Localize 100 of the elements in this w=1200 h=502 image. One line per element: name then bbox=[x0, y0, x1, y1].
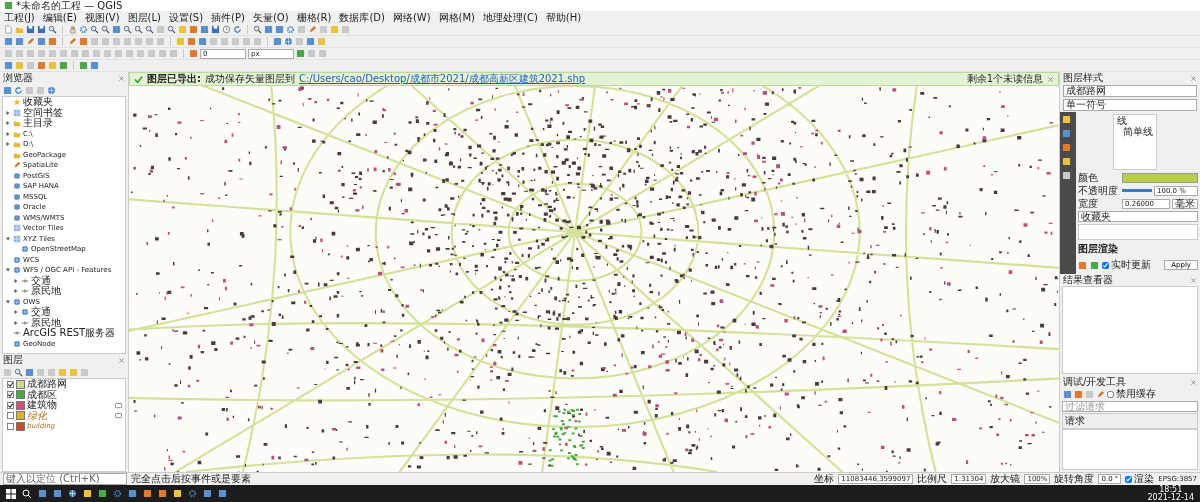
close-icon[interactable] bbox=[1190, 74, 1197, 82]
expanded-arrow-icon[interactable] bbox=[5, 235, 11, 242]
menu-item[interactable]: 矢量(O) bbox=[252, 11, 289, 24]
refresh-icon[interactable] bbox=[14, 85, 23, 95]
collapsed-arrow-icon[interactable] bbox=[5, 130, 11, 137]
menu-item[interactable]: 栅格(R) bbox=[296, 11, 332, 24]
menu-item[interactable]: 网络(W) bbox=[392, 11, 431, 24]
menu-item[interactable]: 设置(S) bbox=[168, 11, 204, 24]
magnifier-icon[interactable] bbox=[145, 25, 154, 34]
menu-item[interactable]: 视图(V) bbox=[84, 11, 120, 24]
checkbox[interactable] bbox=[7, 422, 14, 430]
magnifier-icon[interactable] bbox=[90, 25, 99, 34]
indicator-icon[interactable] bbox=[115, 401, 122, 409]
locator-field[interactable]: 键入以定位 (Ctrl+K) bbox=[3, 473, 127, 485]
menu-item[interactable]: 图层(L) bbox=[127, 11, 161, 24]
database-icon[interactable] bbox=[13, 171, 21, 180]
hand-icon[interactable] bbox=[68, 25, 77, 34]
checkbox-label[interactable]: 禁用缓存 bbox=[1116, 387, 1156, 401]
checkbox[interactable] bbox=[7, 391, 14, 399]
database-icon[interactable] bbox=[13, 203, 21, 212]
save-icon[interactable] bbox=[211, 25, 220, 34]
search-icon[interactable] bbox=[22, 488, 32, 499]
close-icon[interactable] bbox=[1190, 378, 1197, 386]
pencil-icon[interactable] bbox=[308, 25, 317, 34]
collapsed-arrow-icon[interactable] bbox=[5, 109, 11, 116]
render-checkbox[interactable] bbox=[1125, 475, 1133, 483]
tree-item[interactable]: 原民地 bbox=[31, 286, 61, 297]
close-icon[interactable] bbox=[118, 356, 125, 364]
collapsed-arrow-icon[interactable] bbox=[13, 309, 19, 316]
rendering-section[interactable]: 图层渲染 bbox=[1078, 242, 1198, 256]
magnifier-icon[interactable] bbox=[14, 367, 23, 377]
clock-icon[interactable] bbox=[222, 25, 231, 34]
magnifier-icon[interactable] bbox=[167, 25, 176, 34]
collapsed-arrow-icon[interactable] bbox=[13, 277, 19, 284]
close-icon[interactable] bbox=[1190, 276, 1197, 284]
database-icon[interactable] bbox=[13, 213, 21, 222]
collapsed-arrow-icon[interactable] bbox=[13, 288, 19, 295]
checkbox[interactable] bbox=[7, 401, 14, 409]
expanded-arrow-icon[interactable] bbox=[5, 267, 11, 274]
checkbox-label[interactable]: 渲染 bbox=[1134, 472, 1155, 486]
globe-icon[interactable] bbox=[68, 489, 77, 498]
layer-name[interactable]: 成都路网 bbox=[27, 379, 67, 390]
collapsed-arrow-icon[interactable] bbox=[13, 319, 19, 326]
link-icon[interactable] bbox=[21, 287, 29, 296]
pencil-icon[interactable] bbox=[68, 37, 77, 46]
save-icon[interactable] bbox=[37, 25, 46, 34]
file-link[interactable]: C:/Users/cao/Desktop/成都市2021/成都高新区建筑2021.shp bbox=[299, 72, 586, 86]
star-icon[interactable] bbox=[13, 98, 21, 107]
disable-cache-checkbox[interactable] bbox=[1107, 390, 1114, 398]
menu-item[interactable]: 帮助(H) bbox=[545, 11, 582, 24]
tree-item[interactable]: 交通 bbox=[31, 275, 51, 286]
renderer-dropdown[interactable]: 单一符号 bbox=[1063, 99, 1197, 111]
layer-dropdown[interactable]: 成都路网 bbox=[1063, 85, 1197, 97]
collapsed-arrow-icon[interactable] bbox=[5, 141, 11, 148]
checkbox-label[interactable]: 实时更新 bbox=[1111, 258, 1151, 272]
magnifier-icon[interactable] bbox=[134, 25, 143, 34]
database-icon[interactable] bbox=[13, 182, 21, 191]
windows-logo-icon[interactable] bbox=[6, 488, 16, 499]
document-icon[interactable] bbox=[4, 25, 13, 34]
menu-item[interactable]: 数据库(D) bbox=[339, 11, 385, 24]
symbol-layer[interactable]: 线 bbox=[1117, 116, 1127, 127]
tree-item[interactable]: 空间书签 bbox=[23, 107, 63, 118]
checkbox[interactable] bbox=[7, 380, 14, 388]
symbol-layer[interactable]: 简单线 bbox=[1123, 126, 1153, 137]
magnifier-icon[interactable] bbox=[48, 25, 57, 34]
layer-name[interactable]: 绿化 bbox=[27, 410, 47, 421]
layer-name[interactable]: 成都区 bbox=[27, 389, 57, 400]
close-icon[interactable] bbox=[118, 74, 125, 82]
link-icon[interactable] bbox=[13, 329, 21, 338]
tree-item[interactable]: 收藏夹 bbox=[23, 97, 53, 108]
opacity-slider[interactable] bbox=[1122, 189, 1152, 192]
tree-item[interactable]: 原民地 bbox=[31, 317, 61, 328]
menu-item[interactable]: 地理处理(C) bbox=[483, 11, 538, 24]
tree-item[interactable]: 主目录 bbox=[23, 118, 53, 129]
gear-icon[interactable] bbox=[286, 25, 295, 34]
menu-item[interactable]: 网格(M) bbox=[438, 11, 476, 24]
menu-item[interactable]: 编辑(E) bbox=[42, 11, 77, 24]
gear-icon[interactable] bbox=[188, 489, 197, 498]
link-icon[interactable] bbox=[21, 276, 29, 285]
database-icon[interactable] bbox=[13, 192, 21, 201]
menu-item[interactable]: 工程(J) bbox=[4, 11, 35, 24]
layer-name[interactable]: 建筑物 bbox=[27, 400, 57, 411]
tree-item[interactable]: 交通 bbox=[31, 307, 51, 318]
check-icon[interactable] bbox=[134, 74, 143, 84]
tree-item[interactable]: ArcGIS REST服务器 bbox=[23, 328, 116, 339]
menu-item[interactable]: 插件(P) bbox=[211, 11, 245, 24]
pencil-icon[interactable] bbox=[1096, 389, 1105, 399]
indicator-icon[interactable] bbox=[115, 412, 122, 420]
magnifier-icon[interactable] bbox=[253, 25, 262, 34]
symbol-search-field[interactable]: 收藏夹 bbox=[1078, 211, 1198, 222]
gear-icon[interactable] bbox=[79, 25, 88, 34]
close-icon[interactable] bbox=[1047, 75, 1054, 83]
checkbox[interactable] bbox=[7, 412, 14, 420]
expanded-arrow-icon[interactable] bbox=[5, 298, 11, 305]
refresh-icon[interactable] bbox=[233, 25, 242, 34]
save-icon[interactable] bbox=[26, 25, 35, 34]
pencil-icon[interactable] bbox=[13, 161, 21, 170]
color-button[interactable] bbox=[1122, 172, 1198, 183]
pencil-icon[interactable] bbox=[26, 37, 35, 46]
link-icon[interactable] bbox=[21, 318, 29, 327]
